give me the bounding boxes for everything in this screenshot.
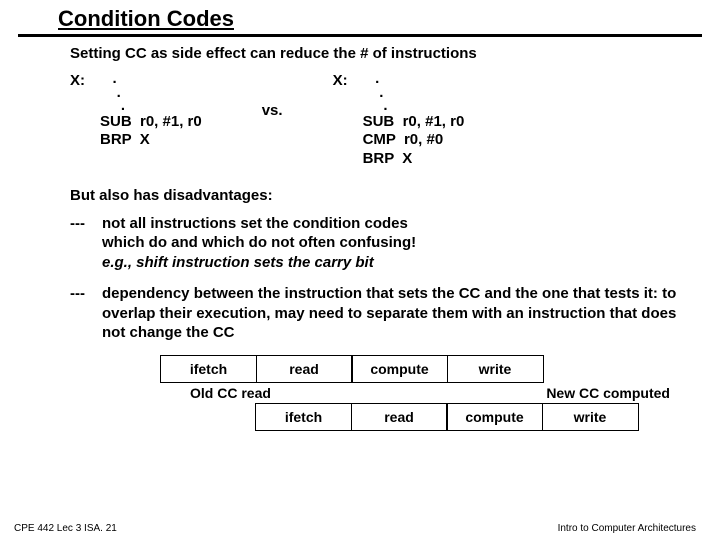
- pipeline-annotations: Old CC read New CC computed: [160, 383, 670, 403]
- anno-old-cc: Old CC read: [190, 385, 271, 401]
- stage-compute: compute: [351, 355, 448, 383]
- footer-right: Intro to Computer Architectures: [558, 523, 696, 534]
- disadvantages-heading: But also has disadvantages:: [70, 187, 680, 204]
- pipeline-diagram: ifetch read compute write Old CC read Ne…: [160, 355, 680, 431]
- stage-write: write: [447, 355, 544, 383]
- code-right-lines: SUB r0, #1, r0 CMP r0, #0 BRP X: [363, 113, 465, 169]
- stage-read: read: [256, 355, 353, 383]
- slide-body: Setting CC as side effect can reduce the…: [0, 37, 720, 431]
- bullet-2: --- dependency between the instruction t…: [70, 284, 680, 343]
- code-right: X: . . . SUB r0, #1, r0 CMP r0, #0 BRP X: [333, 72, 465, 169]
- stage-read: read: [351, 403, 448, 431]
- bullet-1-line1: not all instructions set the condition c…: [102, 214, 416, 234]
- code-left-lines: SUB r0, #1, r0 BRP X: [100, 113, 202, 151]
- bullet-2-text: dependency between the instruction that …: [102, 284, 680, 343]
- code-right-label: X:: [333, 72, 363, 169]
- code-left: X: . . . SUB r0, #1, r0 BRP X: [70, 72, 202, 150]
- code-left-label: X:: [70, 72, 100, 150]
- code-right-dots: . . .: [363, 72, 465, 113]
- pipeline-row-2: ifetch read compute write: [255, 403, 680, 431]
- pipeline-row-1: ifetch read compute write: [160, 355, 680, 383]
- vs-label: vs.: [262, 102, 283, 119]
- stage-ifetch: ifetch: [255, 403, 352, 431]
- dash-icon: ---: [70, 214, 102, 273]
- code-left-dots: . . .: [100, 72, 202, 113]
- slide-footer: CPE 442 Lec 3 ISA. 21 Intro to Computer …: [0, 523, 720, 534]
- stage-compute: compute: [446, 403, 543, 431]
- slide-title: Condition Codes: [0, 0, 720, 34]
- dash-icon: ---: [70, 284, 102, 343]
- code-comparison: X: . . . SUB r0, #1, r0 BRP X vs. X: . .…: [70, 72, 680, 169]
- anno-new-cc: New CC computed: [546, 385, 670, 401]
- intro-text: Setting CC as side effect can reduce the…: [70, 45, 680, 62]
- bullet-1: --- not all instructions set the conditi…: [70, 214, 680, 273]
- stage-write: write: [542, 403, 639, 431]
- stage-ifetch: ifetch: [160, 355, 257, 383]
- bullet-1-line3: e.g., shift instruction sets the carry b…: [102, 253, 416, 273]
- footer-left: CPE 442 Lec 3 ISA. 21: [14, 523, 117, 534]
- bullet-1-line2: which do and which do not often confusin…: [102, 233, 416, 253]
